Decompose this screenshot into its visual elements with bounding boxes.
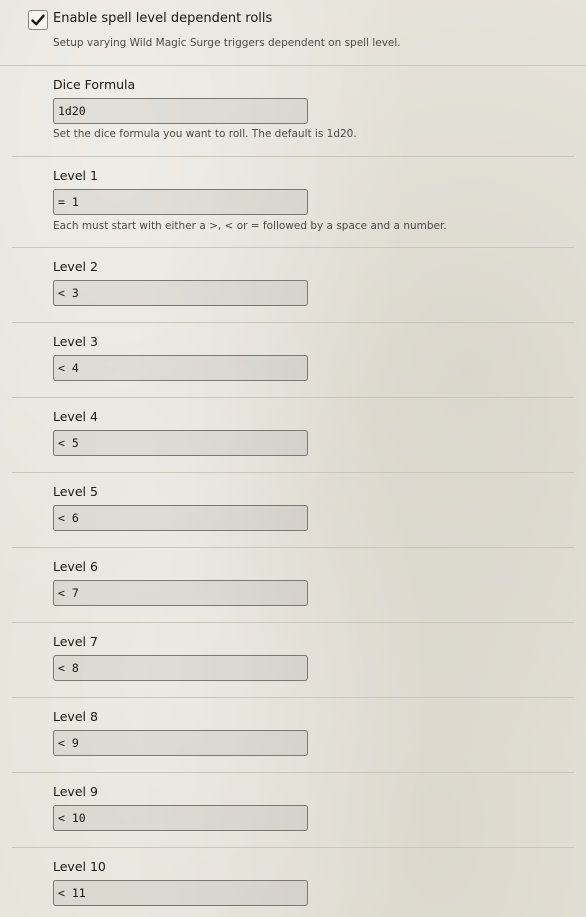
- enable-spell-level-rolls-checkbox[interactable]: [28, 10, 48, 30]
- level-1-setting: Level 1 Each must start with either a >,…: [12, 157, 574, 248]
- level-6-label: Level 6: [53, 559, 98, 574]
- dice-formula-input[interactable]: [53, 98, 308, 124]
- level-4-setting: Level 4: [12, 398, 574, 473]
- level-10-label: Level 10: [53, 859, 106, 874]
- level-3-label: Level 3: [53, 334, 98, 349]
- level-7-input[interactable]: [53, 655, 308, 681]
- level-5-setting: Level 5: [12, 473, 574, 548]
- level-1-label: Level 1: [53, 168, 98, 183]
- level-7-label: Level 7: [53, 634, 98, 649]
- level-4-label: Level 4: [53, 409, 98, 424]
- level-5-input[interactable]: [53, 505, 308, 531]
- level-8-label: Level 8: [53, 709, 98, 724]
- level-9-label: Level 9: [53, 784, 98, 799]
- enable-spell-level-rolls-setting: Enable spell level dependent rolls Setup…: [0, 0, 586, 66]
- level-3-setting: Level 3: [12, 323, 574, 398]
- level-9-input[interactable]: [53, 805, 308, 831]
- level-2-label: Level 2: [53, 259, 98, 274]
- level-1-hint: Each must start with either a >, < or = …: [53, 220, 447, 232]
- dice-formula-setting: Dice Formula Set the dice formula you wa…: [12, 66, 574, 157]
- dice-formula-hint: Set the dice formula you want to roll. T…: [53, 128, 357, 140]
- level-8-input[interactable]: [53, 730, 308, 756]
- level-6-setting: Level 6: [12, 548, 574, 623]
- level-3-input[interactable]: [53, 355, 308, 381]
- enable-spell-level-rolls-label[interactable]: Enable spell level dependent rolls: [53, 11, 272, 26]
- level-1-input[interactable]: [53, 189, 308, 215]
- enable-spell-level-rolls-hint: Setup varying Wild Magic Surge triggers …: [53, 37, 401, 49]
- level-10-setting: Level 10: [12, 848, 574, 917]
- dice-formula-label: Dice Formula: [53, 77, 136, 92]
- level-10-input[interactable]: [53, 880, 308, 906]
- level-7-setting: Level 7: [12, 623, 574, 698]
- level-9-setting: Level 9: [12, 773, 574, 848]
- checkmark-icon: [31, 14, 45, 26]
- level-2-input[interactable]: [53, 280, 308, 306]
- level-8-setting: Level 8: [12, 698, 574, 773]
- level-6-input[interactable]: [53, 580, 308, 606]
- level-4-input[interactable]: [53, 430, 308, 456]
- level-2-setting: Level 2: [12, 248, 574, 323]
- level-5-label: Level 5: [53, 484, 98, 499]
